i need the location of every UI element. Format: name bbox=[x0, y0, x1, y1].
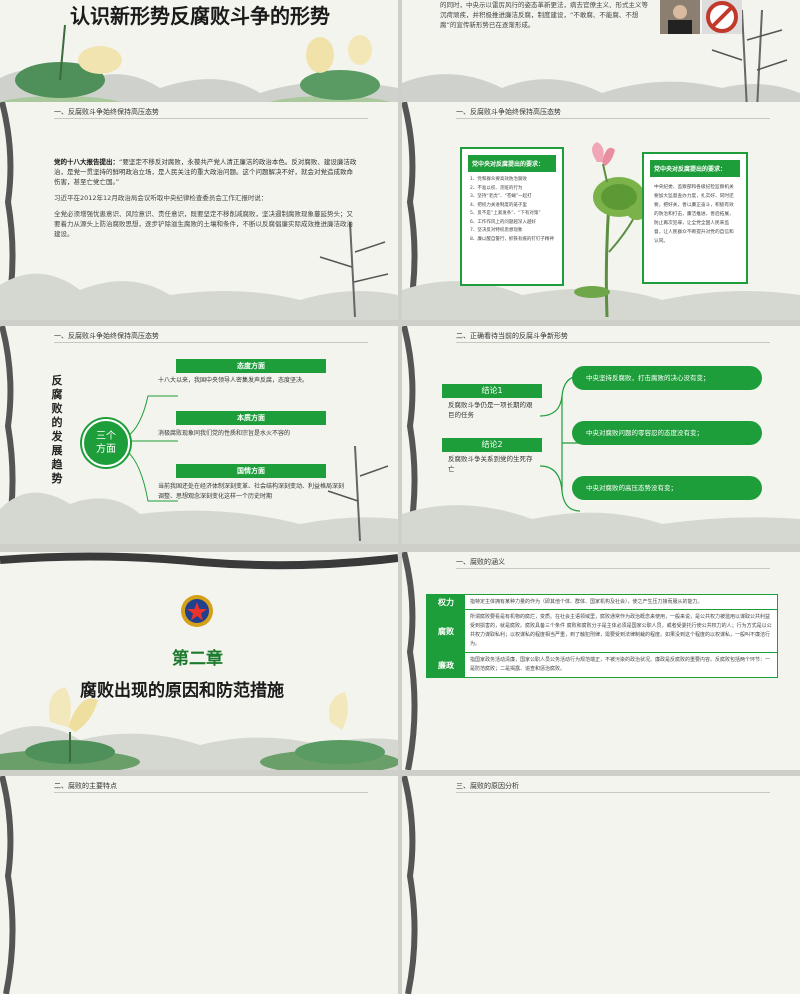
table-row: 腐败 所谓腐败要看是有机物的腐烂，变质。在社会主语领域里，腐败通常作为政治概念来… bbox=[427, 610, 777, 653]
aspect-title-3: 国情方面 bbox=[176, 464, 326, 478]
conclusion-text-2: 反腐败斗争关系到党的生死存亡 bbox=[448, 455, 533, 473]
slide-10[interactable]: 三、腐败的原因分析 bbox=[402, 776, 800, 994]
right-requirements-card: 党中央对反腐提出的要求： 中央纪委、监察部和各级纪检监察机关要加大监督查办力度，… bbox=[642, 152, 748, 284]
list-item: 6、工作作风上的问题越深入越好 bbox=[470, 219, 536, 225]
header-divider bbox=[456, 118, 770, 119]
statement-bar-2: 中央对腐败问题的零容忍的态度没有变； bbox=[572, 421, 762, 445]
header-divider bbox=[456, 792, 770, 793]
row-label: 廉政 bbox=[427, 653, 465, 677]
aspect-title-2: 本质方面 bbox=[176, 411, 326, 425]
statement-bar-3: 中央对腐败的高压态势没有变； bbox=[572, 476, 762, 500]
list-item: 4、把权力关进制度的笼子里 bbox=[470, 202, 527, 208]
paragraph-2: 习近平在2012年12月政治局会议听取中央纪律检查委员会工作汇报时说： bbox=[54, 194, 268, 202]
aspect-text-3: 当前我国还处在经济体制深刻变革、社会结构深刻变动、利益格局深刻调整、思想观念深刻… bbox=[158, 483, 345, 500]
slide-5[interactable]: 一、反腐败斗争始终保持高压态势 反腐败的发展趋势 三个方面 态度方面 十八大以来… bbox=[0, 326, 398, 544]
slide-9[interactable]: 二、腐败的主要特点 bbox=[0, 776, 398, 994]
slide-title: 认识新形势反腐败斗争的形势 bbox=[70, 4, 330, 28]
conclusion-title-1: 结论1 bbox=[442, 384, 542, 398]
list-item: 7、坚决反对特权思想现象 bbox=[470, 228, 523, 233]
lead-text: 党的十八大报告提出： bbox=[54, 158, 119, 166]
ink-brush-decoration bbox=[402, 552, 418, 770]
section-header: 一、反腐败斗争始终保持高压态势 bbox=[54, 332, 159, 340]
row-text: 指国家政务活动清廉，国家公职人员公务活动行为规范端正，不被污染的政治状况。廉政是… bbox=[470, 657, 771, 672]
section-header: 一、反腐败斗争始终保持高压态势 bbox=[54, 108, 159, 116]
card-text: 中央纪委、监察部和各级纪检监察机关要加大监督查办力度，扎实好、同时还要，把好关，… bbox=[654, 185, 734, 244]
lotus-flower-icon bbox=[295, 692, 385, 764]
police-emblem-icon bbox=[181, 595, 213, 627]
section-header: 一、反腐败斗争始终保持高压态势 bbox=[456, 108, 561, 116]
slide-1[interactable]: 认识新形势反腐败斗争的形势 bbox=[0, 0, 398, 118]
row-label: 权力 bbox=[427, 595, 465, 609]
section-header: 二、正确看待当前的反腐斗争新形势 bbox=[456, 332, 568, 340]
table-row: 廉政 指国家政务活动清廉，国家公职人员公务活动行为规范端正，不被污染的政治状况。… bbox=[427, 653, 777, 677]
intro-text: 的同时，中央示以雷厉风行的姿态革新更法，病去官僚主义、形式主义等沉疴顽疾，并积极… bbox=[440, 1, 648, 29]
conclusion-text-1: 反腐败斗争仍是一项长期的艰巨的任务 bbox=[448, 401, 533, 419]
row-text: 指特定主体拥有某种力量的作为（即其他个体、群体、国家机构及社会），使之产生压力接… bbox=[470, 599, 703, 605]
aspect-title-1: 态度方面 bbox=[176, 359, 326, 373]
header-divider bbox=[456, 568, 770, 569]
ink-brush-decoration bbox=[402, 776, 418, 994]
slide-3[interactable]: 一、反腐败斗争始终保持高压态势 党的十八大报告提出：“要坚定不移反对腐败，永葆共… bbox=[0, 102, 398, 320]
header-divider bbox=[456, 342, 770, 343]
section-header: 一、腐败的涵义 bbox=[456, 558, 505, 566]
list-item: 5、反不是“上紧发条”、“下有对策” bbox=[470, 211, 541, 216]
statement-bar-1: 中央坚持反腐败，打击腐败的决心没有变； bbox=[572, 366, 762, 390]
aspect-text-2: 消极腐败现象同我们党的性质和宗旨是水火不容的 bbox=[158, 430, 291, 437]
header-divider bbox=[54, 118, 368, 119]
list-item: 1、党和群众要高效防治腐败 bbox=[470, 177, 527, 182]
header-divider bbox=[54, 342, 368, 343]
section-header: 二、腐败的主要特点 bbox=[54, 782, 117, 790]
header-divider bbox=[54, 792, 368, 793]
list-item: 2、不准以权、贪赃的行为 bbox=[470, 185, 523, 191]
chapter-title: 腐败出现的原因和防范措施 bbox=[80, 681, 284, 701]
paragraph-3: 全党必须增强忧患意识、风险意识、责任意识，既要坚定不移削减腐败，坚决遏制腐败现象… bbox=[54, 210, 353, 238]
statement-text: 中央坚持反腐败，打击腐败的决心没有变； bbox=[586, 374, 710, 382]
slide-7[interactable]: 第二章 腐败出现的原因和防范措施 bbox=[0, 552, 398, 770]
statement-text: 中央对腐败问题的零容忍的态度没有变； bbox=[586, 429, 703, 437]
photo-image bbox=[660, 0, 700, 34]
statement-text: 中央对腐败的高压态势没有变； bbox=[586, 484, 677, 492]
section-header: 三、腐败的原因分析 bbox=[456, 782, 519, 790]
center-circle: 三个方面 bbox=[82, 419, 130, 467]
ink-brush-decoration bbox=[0, 776, 16, 994]
lotus-plant-icon bbox=[574, 142, 647, 317]
card-title: 党中央对反腐提出的要求： bbox=[468, 155, 556, 172]
vertical-title: 反腐败的发展趋势 bbox=[51, 374, 63, 485]
slide-2[interactable]: 的同时，中央示以雷厉风行的姿态革新更法，病去官僚主义、形式主义等沉疴顽疾，并积极… bbox=[402, 0, 800, 118]
slide-6[interactable]: 二、正确看待当前的反腐斗争新形势 结论1 反腐败斗争仍是一项长期的艰巨的任务 结… bbox=[402, 326, 800, 544]
no-sign-image bbox=[702, 0, 742, 34]
list-item: 3、坚持“老虎”、“苍蝇”一起打 bbox=[470, 194, 532, 199]
conclusion-title-2: 结论2 bbox=[442, 438, 542, 452]
ink-brush-top-decoration bbox=[0, 552, 398, 570]
row-label: 腐败 bbox=[427, 610, 465, 652]
definition-table: 权力 指特定主体拥有某种力量的作为（即其他个体、群体、国家机构及社会），使之产生… bbox=[426, 594, 778, 678]
chapter-label: 第二章 bbox=[172, 649, 223, 669]
table-row: 权力 指特定主体拥有某种力量的作为（即其他个体、群体、国家机构及社会），使之产生… bbox=[427, 595, 777, 610]
lotus-flower-icon bbox=[300, 35, 380, 100]
aspect-text-1: 十八大以来，我国中央领导人密集发声反腐，态度坚决。 bbox=[158, 377, 309, 384]
lotus-leaf-icon bbox=[15, 24, 122, 98]
left-requirements-card: 党中央对反腐提出的要求： 1、党和群众要高效防治腐败 2、不准以权、贪赃的行为 … bbox=[460, 147, 564, 286]
card-title: 党中央对反腐提出的要求： bbox=[650, 160, 740, 177]
row-text: 所谓腐败要看是有机物的腐烂，变质。在社会主语领域里，腐败通常作为政治概念来使用，… bbox=[470, 614, 772, 647]
center-label: 三个方面 bbox=[96, 431, 116, 455]
slide-4[interactable]: 一、反腐败斗争始终保持高压态势 党中央对反腐提出的要求： 1、党和群众要高效防治… bbox=[402, 102, 800, 320]
list-item: 8、廉以醒自警行，抓铁有痕的钉钉子精神 bbox=[470, 236, 554, 242]
slide-8[interactable]: 一、腐败的涵义 权力 指特定主体拥有某种力量的作为（即其他个体、群体、国家机构及… bbox=[402, 552, 800, 770]
